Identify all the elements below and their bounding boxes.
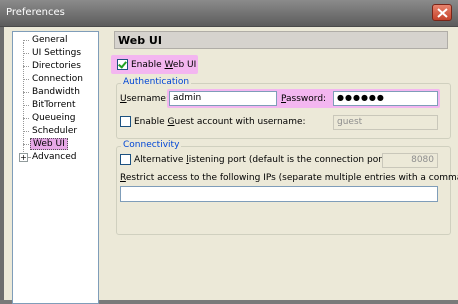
tree-connector	[23, 131, 29, 132]
tree-connector	[23, 92, 29, 93]
tree-item-label: UI Settings	[32, 48, 82, 58]
guest-account-checkbox[interactable]	[120, 116, 131, 127]
tree-item-directories[interactable]: Directories	[30, 60, 83, 73]
guest-account-label[interactable]: Enable Guest account with username:	[134, 117, 306, 127]
username-input[interactable]: admin	[169, 91, 277, 106]
expand-icon[interactable]: +	[19, 153, 28, 162]
tree-connector	[23, 144, 29, 145]
tree-connector	[23, 42, 24, 160]
alternative-port-input: 8080	[382, 153, 438, 168]
dialog-body: General UI Settings Directories Connecti…	[4, 27, 458, 304]
tree-connector	[23, 79, 29, 80]
enable-web-ui-label[interactable]: Enable Web UI	[131, 60, 196, 70]
tree-connector	[23, 40, 29, 41]
tree-item-label: BitTorrent	[32, 100, 76, 110]
authentication-group-title: Authentication	[121, 77, 192, 87]
tree-item-label: Connection	[32, 74, 83, 84]
tree-connector	[23, 118, 29, 119]
tree-item-label: Scheduler	[32, 126, 78, 136]
tree-item-label: Queueing	[32, 113, 76, 123]
tree-item-label: Web UI	[30, 138, 68, 150]
tree-item-label: General	[32, 35, 68, 45]
tree-item-advanced[interactable]: Advanced	[30, 151, 78, 164]
alternative-port-checkbox[interactable]	[120, 154, 131, 165]
tree-connector	[23, 105, 29, 106]
tree-item-queueing[interactable]: Queueing	[30, 112, 77, 125]
tree-item-scheduler[interactable]: Scheduler	[30, 125, 79, 138]
tree-item-label: Bandwidth	[32, 87, 80, 97]
web-ui-panel: Web UI Enable Web UI Authentication User…	[105, 27, 458, 300]
page-title: Web UI	[118, 34, 162, 47]
password-input[interactable]: ●●●●●●	[333, 91, 438, 106]
tree-item-bandwidth[interactable]: Bandwidth	[30, 86, 82, 99]
preferences-window: Preferences General UI Settings Director…	[0, 0, 458, 304]
username-label: Username:	[120, 94, 169, 104]
password-label: Password:	[281, 94, 327, 104]
tree-item-bittorrent[interactable]: BitTorrent	[30, 99, 78, 112]
tree-item-connection[interactable]: Connection	[30, 73, 85, 86]
category-tree: General UI Settings Directories Connecti…	[12, 31, 99, 304]
restrict-ips-input[interactable]	[120, 186, 438, 202]
connectivity-group-title: Connectivity	[121, 140, 182, 150]
title-bar[interactable]: Preferences	[0, 0, 458, 27]
guest-username-input: guest	[333, 115, 438, 130]
panel-header: Web UI	[114, 31, 448, 49]
tree-item-label: Advanced	[32, 152, 77, 162]
tree-connector	[23, 66, 29, 67]
tree-connector	[23, 53, 29, 54]
restrict-ips-label: Restrict access to the following IPs (se…	[120, 173, 458, 183]
tree-item-label: Directories	[32, 61, 81, 71]
tree-item-general[interactable]: General	[30, 34, 69, 47]
window-title: Preferences	[6, 7, 65, 18]
enable-web-ui-checkbox[interactable]	[117, 59, 128, 70]
alternative-port-label[interactable]: Alternative listening port (default is t…	[134, 155, 392, 165]
tree-item-ui-settings[interactable]: UI Settings	[30, 47, 83, 60]
close-icon	[437, 8, 448, 18]
close-button[interactable]	[432, 4, 452, 21]
tree-item-web-ui[interactable]: Web UI	[30, 138, 68, 151]
